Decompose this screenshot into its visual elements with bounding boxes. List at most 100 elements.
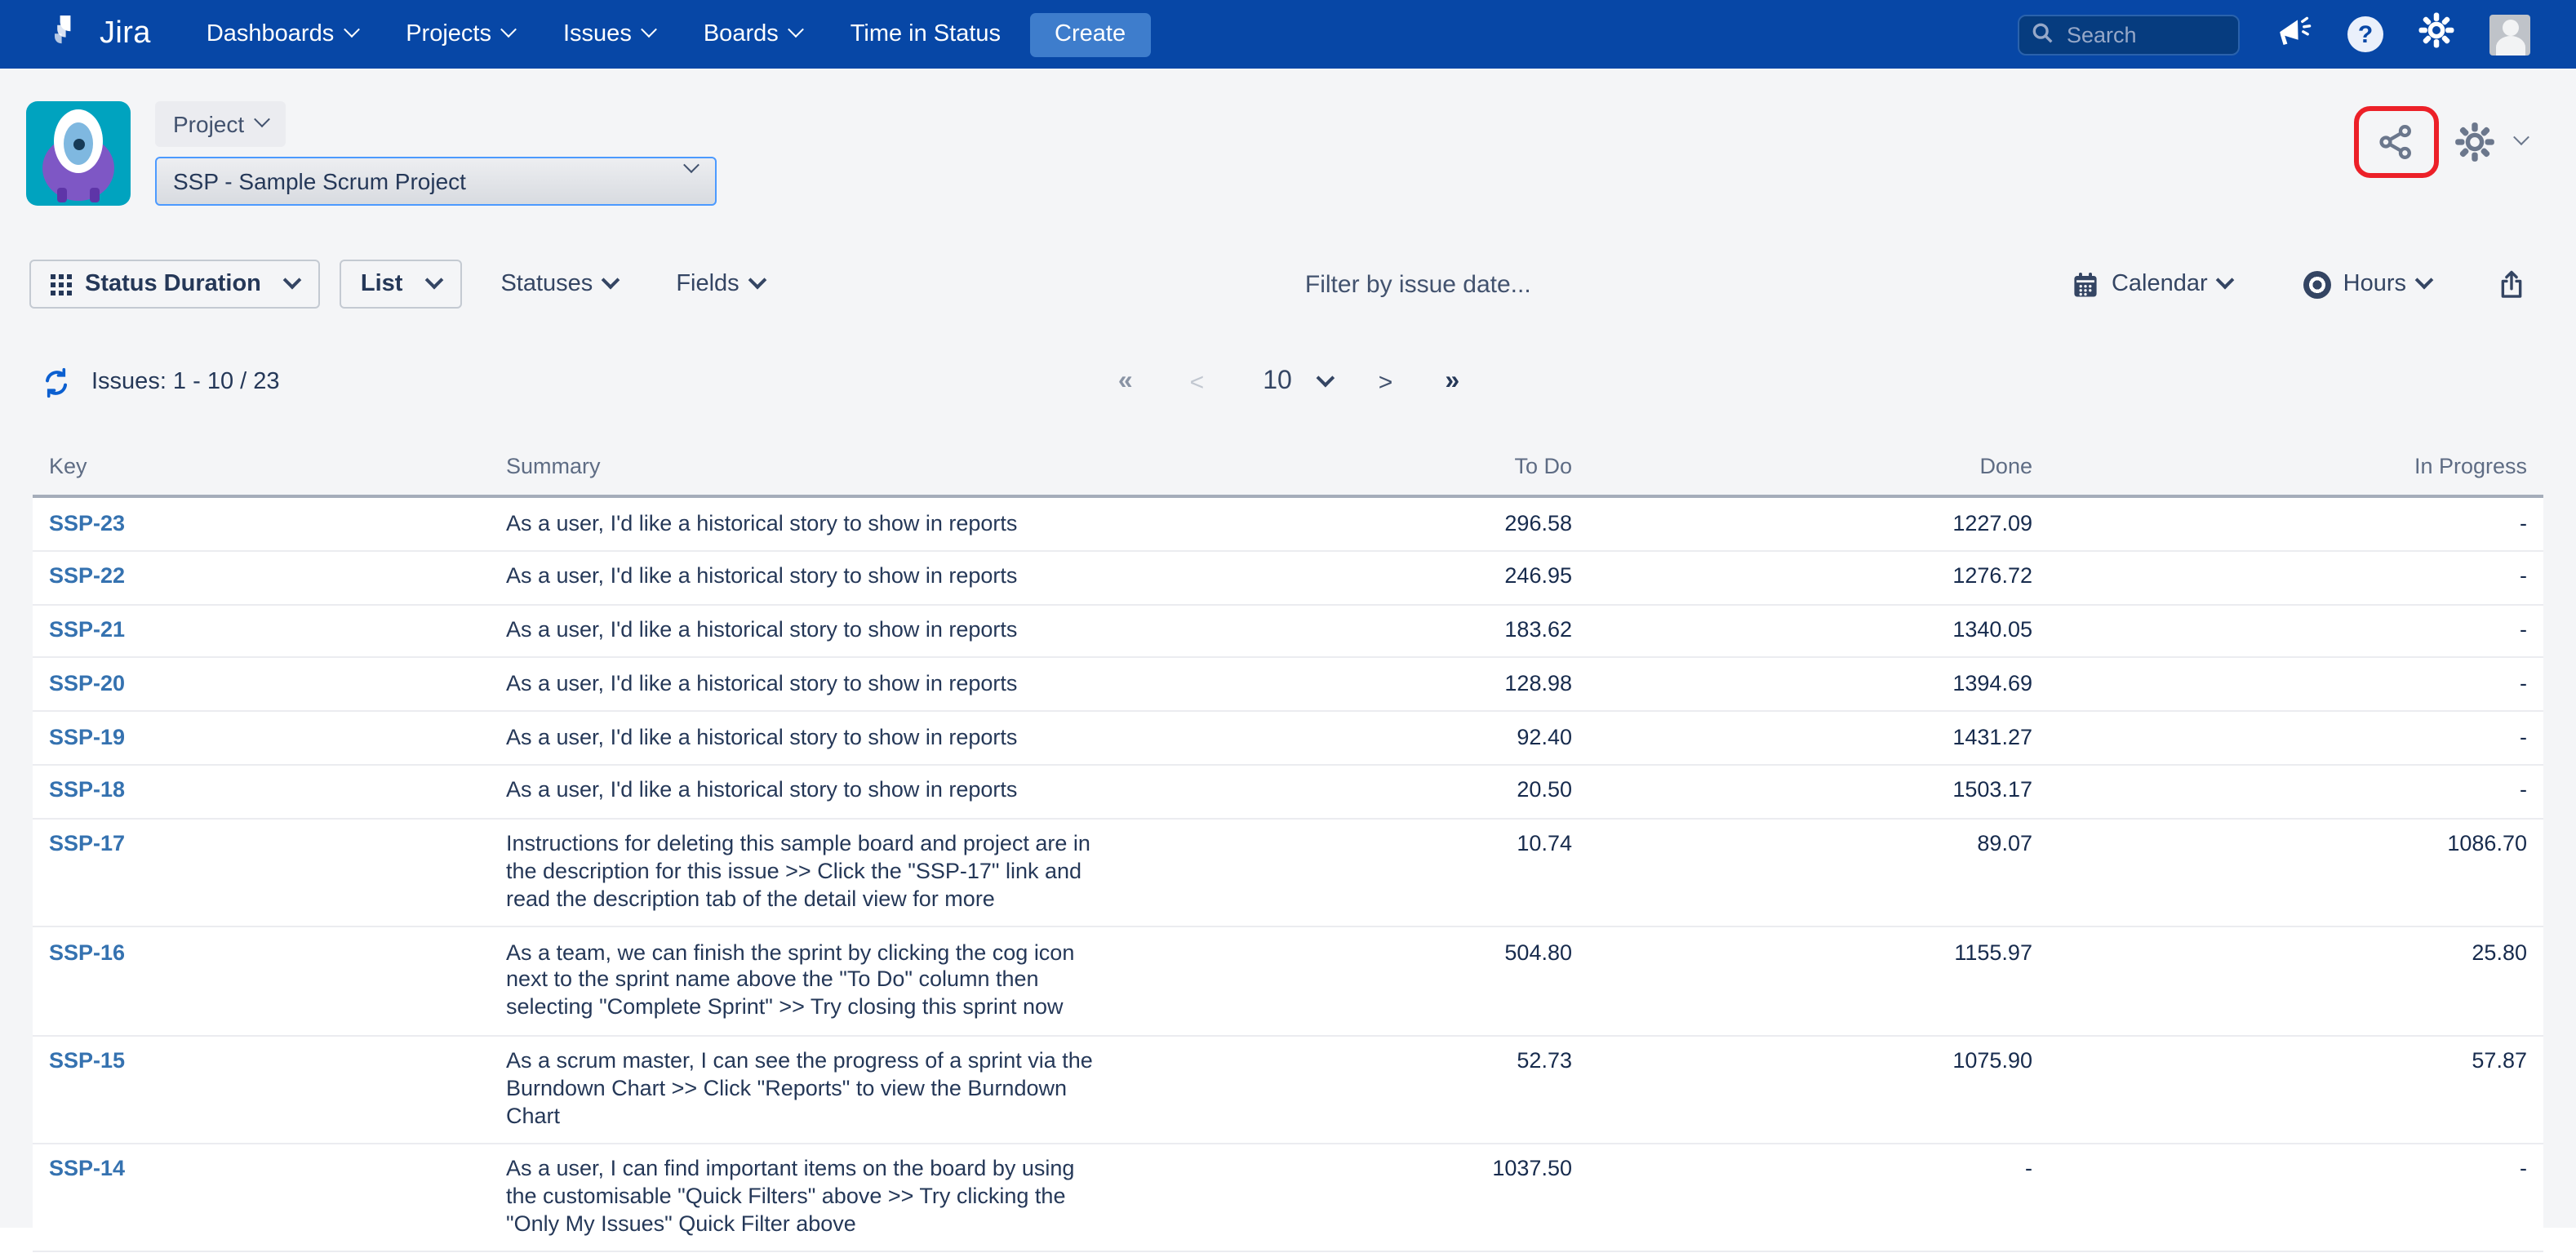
todo-value: 183.62 [1110, 604, 1588, 658]
table-row: SSP-21 As a user, I'd like a historical … [33, 604, 2543, 658]
table-row: SSP-20 As a user, I'd like a historical … [33, 658, 2543, 712]
table-row: SSP-14 As a user, I can find important i… [33, 1144, 2543, 1252]
share-button-annotated[interactable] [2354, 106, 2439, 178]
nav-item-boards[interactable]: Boards [704, 21, 802, 47]
done-value: 1503.17 [1588, 765, 2049, 819]
column-header-summary[interactable]: Summary [490, 447, 1110, 496]
issue-key-link[interactable]: SSP-22 [49, 564, 125, 589]
issue-date-filter-input[interactable] [1202, 269, 1633, 300]
in-progress-value: - [2049, 604, 2543, 658]
view-type-dropdown[interactable]: List [340, 260, 462, 309]
issue-summary: As a user, I'd like a historical story t… [490, 604, 1110, 658]
todo-value: 504.80 [1110, 926, 1588, 1035]
issue-summary: As a user, I'd like a historical story t… [490, 496, 1110, 551]
issue-key-link[interactable]: SSP-23 [49, 510, 125, 535]
grid-icon [51, 273, 72, 295]
export-icon [2496, 269, 2527, 300]
column-header-key[interactable]: Key [33, 447, 490, 496]
chevron-down-icon [1317, 368, 1335, 387]
nav-item-issues[interactable]: Issues [563, 21, 655, 47]
table-row: SSP-15 As a scrum master, I can see the … [33, 1035, 2543, 1144]
user-avatar[interactable] [2489, 14, 2530, 55]
help-icon[interactable]: ? [2347, 16, 2383, 52]
table-row: SSP-16 As a team, we can finish the spri… [33, 926, 2543, 1035]
in-progress-value: - [2049, 496, 2543, 551]
search-icon [2031, 21, 2055, 54]
issue-summary: As a user, I'd like a historical story t… [490, 658, 1110, 712]
column-header-done[interactable]: Done [1588, 447, 2049, 496]
project-select[interactable]: SSP - Sample Scrum Project [155, 157, 717, 206]
issue-key-link[interactable]: SSP-14 [49, 1157, 125, 1181]
done-value: 1075.90 [1588, 1035, 2049, 1144]
app-root: Jira Dashboards Projects Issues Boards T… [0, 0, 2576, 1227]
pagination-last-button[interactable]: » [1445, 367, 1458, 397]
chevron-down-icon [253, 111, 269, 127]
issue-key-link[interactable]: SSP-16 [49, 940, 125, 964]
issue-summary: As a user, I can find important items on… [490, 1144, 1110, 1252]
scope-dropdown-button[interactable]: Project [155, 101, 285, 147]
settings-gear-icon[interactable] [2418, 11, 2455, 57]
pagination-first-button[interactable]: « [1118, 367, 1131, 397]
chevron-down-icon [500, 21, 517, 38]
calendar-dropdown[interactable]: Calendar [2072, 270, 2232, 298]
done-value: - [1588, 1144, 2049, 1252]
table-row: SSP-18 As a user, I'd like a historical … [33, 765, 2543, 819]
done-value: 89.07 [1588, 819, 2049, 927]
jira-logo-text: Jira [100, 16, 151, 52]
chevron-down-icon [424, 270, 443, 289]
refresh-icon[interactable] [41, 367, 72, 398]
page-settings-button[interactable] [2454, 121, 2527, 163]
project-avatar [26, 101, 131, 206]
chevron-down-icon [283, 270, 302, 289]
todo-value: 20.50 [1110, 765, 1588, 819]
pagination: « < 10 > » [1118, 367, 1458, 397]
page-size-dropdown[interactable]: 10 [1263, 367, 1333, 397]
gear-icon [2454, 121, 2496, 163]
issue-key-link[interactable]: SSP-15 [49, 1048, 125, 1073]
share-icon [2375, 121, 2418, 163]
header-actions [2354, 106, 2527, 178]
pagination-next-button[interactable]: > [1379, 368, 1393, 396]
issue-key-link[interactable]: SSP-20 [49, 671, 125, 695]
time-unit-dropdown[interactable]: Hours [2304, 270, 2431, 298]
todo-value: 246.95 [1110, 551, 1588, 605]
chevron-down-icon [2513, 129, 2529, 145]
nav-item-time-in-status[interactable]: Time in Status [851, 21, 1001, 47]
project-header: Project SSP - Sample Scrum Project [0, 69, 2576, 206]
jira-logo[interactable]: Jira [49, 11, 151, 58]
issue-summary: As a scrum master, I can see the progres… [490, 1035, 1110, 1144]
export-button[interactable] [2496, 269, 2527, 300]
nav-item-dashboards[interactable]: Dashboards [207, 21, 357, 47]
done-value: 1431.27 [1588, 711, 2049, 765]
nav-right: ? [2018, 11, 2530, 58]
statuses-dropdown[interactable]: Statuses [500, 271, 617, 297]
issue-key-link[interactable]: SSP-18 [49, 778, 125, 802]
chevron-down-icon [641, 21, 657, 38]
nav-search [2018, 14, 2240, 55]
todo-value: 92.40 [1110, 711, 1588, 765]
issues-count: Issues: 1 - 10 / 23 [41, 367, 280, 398]
issue-key-link[interactable]: SSP-17 [49, 832, 125, 856]
in-progress-value: - [2049, 551, 2543, 605]
table-row: SSP-19 As a user, I'd like a historical … [33, 711, 2543, 765]
column-header-todo[interactable]: To Do [1110, 447, 1588, 496]
pagination-prev-button[interactable]: < [1190, 368, 1205, 396]
toolbar-right: Calendar Hours [2072, 269, 2527, 300]
issue-key-link[interactable]: SSP-19 [49, 724, 125, 749]
nav-menu: Dashboards Projects Issues Boards Time i… [207, 21, 1001, 47]
top-nav: Jira Dashboards Projects Issues Boards T… [0, 0, 2576, 69]
chevron-down-icon [788, 21, 804, 38]
report-type-dropdown[interactable]: Status Duration [29, 260, 320, 309]
chevron-down-icon [2415, 270, 2434, 289]
in-progress-value: - [2049, 711, 2543, 765]
nav-item-projects[interactable]: Projects [406, 21, 514, 47]
issue-key-link[interactable]: SSP-21 [49, 617, 125, 642]
table-row: SSP-17 Instructions for deleting this sa… [33, 819, 2543, 927]
chevron-down-icon [602, 270, 620, 289]
table-row: SSP-23 As a user, I'd like a historical … [33, 496, 2543, 551]
create-button[interactable]: Create [1030, 12, 1150, 56]
in-progress-value: - [2049, 1144, 2543, 1252]
column-header-in-progress[interactable]: In Progress [2049, 447, 2543, 496]
feedback-megaphone-icon[interactable] [2274, 11, 2313, 58]
fields-dropdown[interactable]: Fields [676, 271, 763, 297]
